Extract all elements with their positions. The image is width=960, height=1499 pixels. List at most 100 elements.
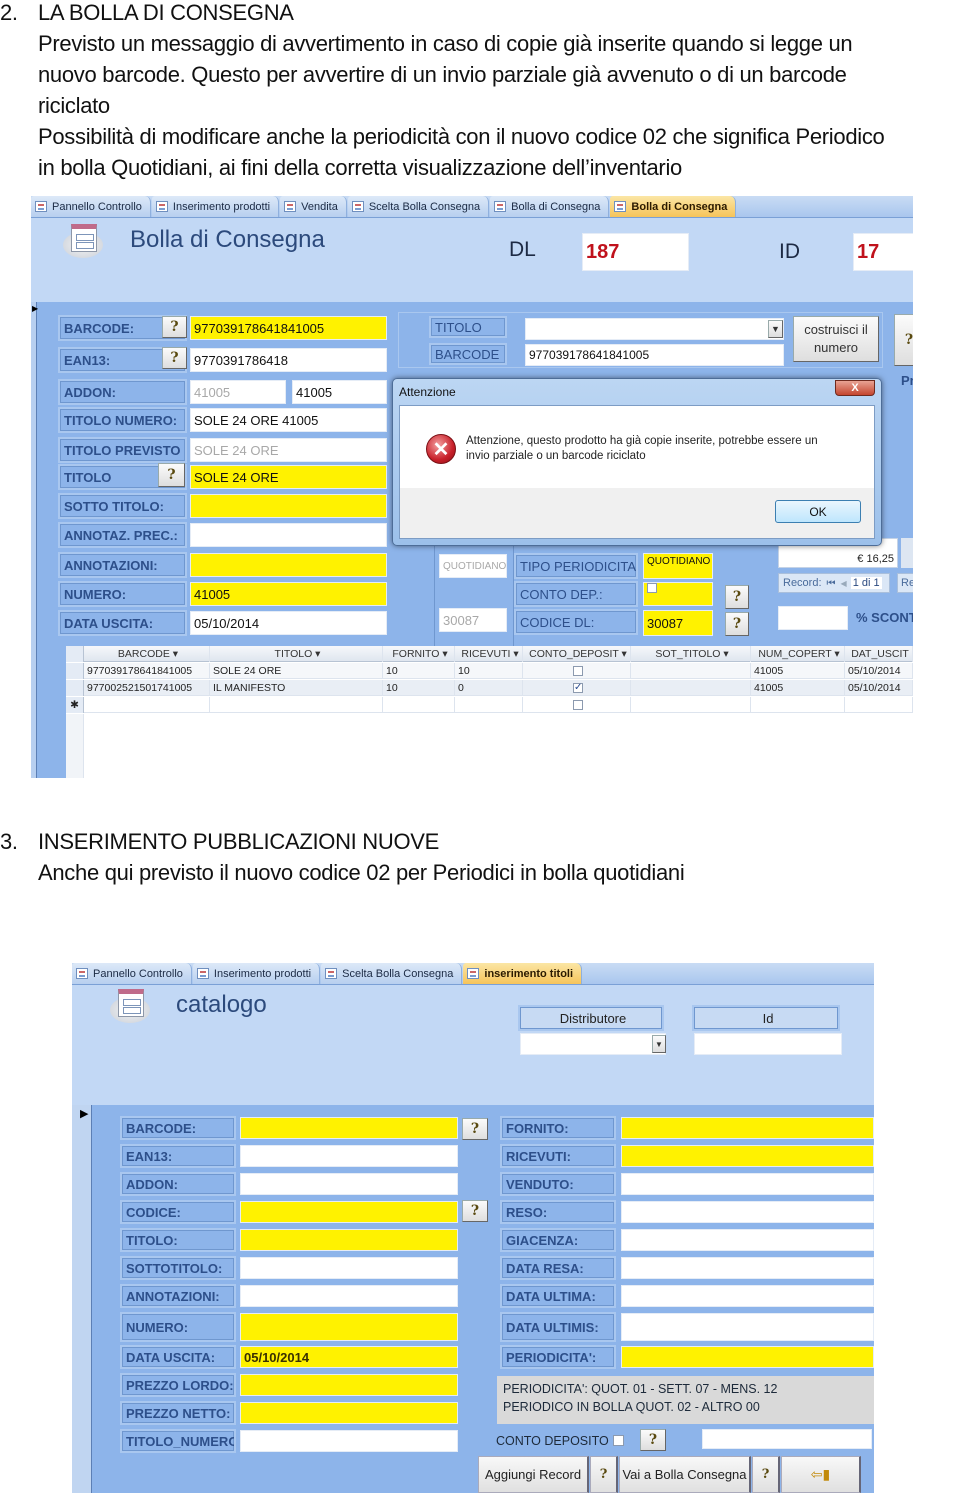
cell-sot-titolo[interactable] <box>631 663 751 679</box>
conto-deposito-extra-field[interactable] <box>702 1429 872 1449</box>
cell-num-copert[interactable]: 41005 <box>751 663 845 679</box>
tab-inserimento-prodotti[interactable]: Inserimento prodotti <box>192 963 321 984</box>
sconto-field[interactable] <box>778 606 848 630</box>
reso-field[interactable] <box>621 1201 874 1223</box>
codice-help-button[interactable]: ? <box>462 1200 488 1222</box>
data-uscita-field[interactable]: 05/10/2014 <box>240 1346 458 1368</box>
right-help-button[interactable]: ? <box>894 314 913 366</box>
fornito-field[interactable] <box>621 1117 874 1139</box>
tab-bolla-di-consegna[interactable]: Bolla di Consegna <box>490 196 610 217</box>
conto-deposit-checkbox-checked[interactable]: ✓ <box>573 683 583 694</box>
tipo-periodicita-field[interactable]: QUOTIDIANO <box>643 553 713 579</box>
col-num-copert[interactable]: NUM_COPERT ▾ <box>751 646 845 662</box>
titolo-field[interactable] <box>240 1229 458 1251</box>
annotaz-prec-field[interactable] <box>190 523 387 547</box>
tab-scelta-bolla-consegna[interactable]: Scelta Bolla Consegna <box>321 963 463 984</box>
cell-dat-uscit[interactable] <box>845 697 913 713</box>
annotazioni-field[interactable] <box>240 1285 458 1307</box>
ok-button[interactable]: OK <box>775 500 861 523</box>
add-record-help-button[interactable]: ? <box>590 1456 618 1493</box>
giacenza-field[interactable] <box>621 1229 874 1251</box>
titolo-field[interactable]: SOLE 24 ORE <box>190 465 387 489</box>
conto-dep-help-button[interactable]: ? <box>725 585 749 609</box>
addon-field[interactable] <box>240 1173 458 1195</box>
new-record-row[interactable]: ✱ <box>66 697 913 713</box>
cell-titolo[interactable]: SOLE 24 ORE <box>210 663 383 679</box>
col-titolo[interactable]: TITOLO ▾ <box>210 646 383 662</box>
ean13-field[interactable] <box>240 1145 458 1167</box>
build-number-button[interactable]: costruisci il numero <box>793 316 879 362</box>
col-dat-uscit[interactable]: DAT_USCIT <box>845 646 913 662</box>
col-sot-titolo[interactable]: SOT_TITOLO ▾ <box>631 646 751 662</box>
id-field[interactable] <box>694 1033 842 1055</box>
cell-titolo[interactable] <box>210 697 383 713</box>
prezzo-lordo-field[interactable] <box>240 1374 458 1396</box>
col-conto-deposit[interactable]: CONTO_DEPOSIT ▾ <box>523 646 631 662</box>
ean13-help-button[interactable]: ? <box>162 347 187 369</box>
search-barcode-field[interactable]: 977039178641841005 <box>525 344 784 366</box>
prev-codice-field[interactable]: 30087 <box>439 608 507 632</box>
record-selector[interactable] <box>72 1105 92 1493</box>
prev-record-icon[interactable]: ◀ <box>841 579 847 588</box>
tab-vendita[interactable]: Vendita <box>280 196 347 217</box>
periodicita-field[interactable] <box>621 1346 874 1368</box>
record-position[interactable]: 1 di 1 <box>850 577 882 589</box>
cell-fornito[interactable]: 10 <box>383 663 455 679</box>
go-bolla-help-button[interactable]: ? <box>752 1456 780 1493</box>
tab-pannello-controllo[interactable]: Pannello Controllo <box>31 196 151 217</box>
cell-num-copert[interactable] <box>751 697 845 713</box>
table-row[interactable]: 977002521501741005 IL MANIFESTO 10 0 ✓ 4… <box>66 680 913 696</box>
conto-dep-checkbox[interactable] <box>647 583 657 593</box>
go-bolla-consegna-button[interactable]: Vai a Bolla Consegna <box>619 1456 751 1493</box>
data-resa-field[interactable] <box>621 1257 874 1279</box>
search-titolo-combobox[interactable] <box>525 318 784 340</box>
cell-dat-uscit[interactable]: 05/10/2014 <box>845 680 913 696</box>
addon-previous-field[interactable]: 41005 <box>190 380 286 404</box>
prev-periodicita-field[interactable]: QUOTIDIANO <box>439 554 507 578</box>
cell-sot-titolo[interactable] <box>631 680 751 696</box>
venduto-field[interactable] <box>621 1173 874 1195</box>
ricevuti-field[interactable] <box>621 1145 874 1167</box>
cell-sot-titolo[interactable] <box>631 697 751 713</box>
tab-scelta-bolla-consegna[interactable]: Scelta Bolla Consegna <box>347 196 490 217</box>
tab-bolla-di-consegna-active[interactable]: Bolla di Consegna <box>610 196 737 217</box>
ean13-field[interactable]: 9770391786418 <box>190 348 387 372</box>
record-selector[interactable] <box>31 302 37 778</box>
codice-field[interactable] <box>240 1201 458 1223</box>
barcode-field[interactable] <box>240 1117 458 1139</box>
conto-deposito-help-button[interactable]: ? <box>640 1429 666 1451</box>
cell-ricevuti[interactable]: 10 <box>455 663 523 679</box>
titolo-help-button[interactable]: ? <box>158 463 185 487</box>
titolo-previsto-field[interactable]: SOLE 24 ORE <box>190 438 387 462</box>
barcode-help-button[interactable]: ? <box>462 1118 488 1140</box>
codice-dl-help-button[interactable]: ? <box>725 612 749 636</box>
cell-barcode[interactable]: 977002521501741005 <box>84 680 210 696</box>
titolo-dropdown-button[interactable]: ▼ <box>768 320 783 338</box>
add-record-button[interactable]: Aggiungi Record <box>478 1456 589 1493</box>
first-record-icon[interactable]: ⏮ <box>827 578 836 589</box>
exit-button[interactable]: ⇦▮ <box>781 1456 861 1493</box>
tab-inserimento-prodotti[interactable]: Inserimento prodotti <box>151 196 280 217</box>
col-fornito[interactable]: FORNITO ▾ <box>383 646 455 662</box>
row-selector[interactable] <box>66 663 84 679</box>
select-all-cell[interactable] <box>66 646 84 662</box>
annotazioni-field[interactable] <box>190 553 387 577</box>
addon-field[interactable]: 41005 <box>292 380 387 404</box>
barcode-field[interactable]: 977039178641841005 <box>190 316 387 340</box>
dl-field[interactable]: 187 <box>582 233 689 271</box>
cell-num-copert[interactable]: 41005 <box>751 680 845 696</box>
cell-titolo[interactable]: IL MANIFESTO <box>210 680 383 696</box>
conto-deposit-checkbox[interactable] <box>573 700 583 711</box>
cell-barcode[interactable] <box>84 697 210 713</box>
conto-deposit-checkbox[interactable] <box>573 666 583 677</box>
titolo-numero-field[interactable] <box>240 1430 458 1452</box>
data-ultimis-field[interactable] <box>621 1313 874 1341</box>
numero-field[interactable] <box>240 1313 458 1341</box>
distributore-combobox[interactable] <box>520 1033 666 1055</box>
cell-dat-uscit[interactable]: 05/10/2014 <box>845 663 913 679</box>
tab-inserimento-titoli[interactable]: inserimento titoli <box>463 963 583 984</box>
sotto-titolo-field[interactable] <box>190 494 387 518</box>
cell-ricevuti[interactable] <box>455 697 523 713</box>
codice-dl-field[interactable]: 30087 <box>643 610 713 636</box>
dialog-close-button[interactable]: X <box>835 380 875 396</box>
